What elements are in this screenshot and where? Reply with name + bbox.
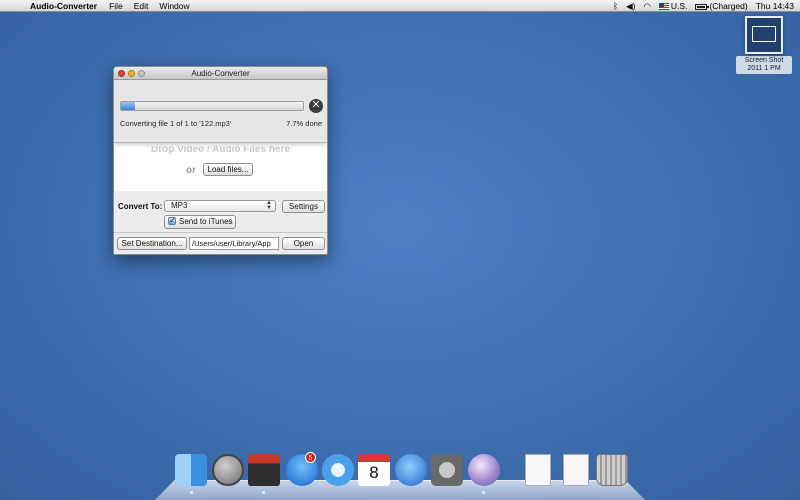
- launchpad-icon[interactable]: [212, 454, 244, 486]
- close-window-button[interactable]: [118, 70, 125, 77]
- format-selected-value: MP3: [171, 201, 188, 210]
- progress-sheet: ✕ Converting file 1 of 1 to '122.mp3' 7.…: [114, 81, 327, 143]
- desktop-icon-label: Screen Shot 2011 1 PM: [736, 56, 792, 74]
- drop-hint: Drop Video / Audio Files here: [151, 144, 290, 155]
- minimize-window-button[interactable]: [128, 70, 135, 77]
- convert-to-label: Convert To:: [118, 202, 163, 211]
- open-destination-button[interactable]: Open: [282, 237, 325, 250]
- menu-bar: Audio-Converter File Edit Window ᛒ ◀) ◠ …: [0, 0, 800, 12]
- send-to-itunes-toggle[interactable]: Send to iTunes: [164, 215, 236, 229]
- screenshot-thumbnail-icon: [745, 16, 783, 54]
- load-files-button[interactable]: Load files...: [203, 163, 253, 176]
- ical-icon[interactable]: 8: [358, 454, 390, 486]
- app-store-badge: 5: [305, 452, 316, 463]
- audio-converter-window: Audio-Converter Drop Video / Audio Files…: [113, 66, 328, 255]
- send-to-itunes-checkbox[interactable]: [168, 215, 176, 227]
- select-arrows-icon: ▲ ▼: [266, 200, 272, 211]
- itunes-icon[interactable]: [395, 454, 427, 486]
- finder-running-indicator: [190, 491, 193, 494]
- wifi-icon[interactable]: ◠: [643, 1, 650, 12]
- desktop-icon-label-line2: 2011 1 PM: [747, 65, 781, 72]
- battery-status: (Charged): [709, 1, 748, 11]
- finder-icon[interactable]: [175, 454, 207, 486]
- destination-path-field[interactable]: /Users/user/Library/App: [189, 237, 279, 250]
- battery-menu[interactable]: (Charged): [695, 1, 748, 11]
- window-title: Audio-Converter: [191, 69, 250, 78]
- format-select[interactable]: MP3 ▲ ▼: [164, 200, 276, 212]
- dvd-player-icon[interactable]: [468, 454, 500, 486]
- trash-icon[interactable]: [596, 454, 628, 486]
- us-flag-icon: [658, 3, 669, 11]
- stop-conversion-button[interactable]: ✕: [309, 99, 323, 113]
- set-destination-button[interactable]: Set Destination...: [117, 237, 187, 250]
- ical-day: 8: [369, 463, 379, 482]
- stop-icon: ✕: [311, 99, 321, 111]
- system-preferences-icon[interactable]: [431, 454, 463, 486]
- volume-icon[interactable]: ◀): [626, 1, 635, 12]
- send-to-itunes-label: Send to iTunes: [179, 217, 233, 226]
- input-source-menu[interactable]: U.S.: [658, 1, 688, 11]
- photo-booth-running-indicator: [262, 491, 265, 494]
- window-controls: [118, 70, 145, 77]
- settings-button[interactable]: Settings: [282, 200, 325, 213]
- battery-icon: [695, 3, 710, 10]
- spreadsheet-document-icon[interactable]: [525, 454, 551, 486]
- safari-icon[interactable]: [322, 454, 354, 486]
- photo-booth-icon[interactable]: [248, 454, 280, 486]
- conversion-progress-bar: [120, 101, 304, 111]
- clock[interactable]: Thu 14:43: [756, 1, 794, 11]
- menu-file[interactable]: File: [109, 1, 123, 11]
- menu-app-name[interactable]: Audio-Converter: [30, 1, 97, 11]
- zoom-window-button[interactable]: [138, 70, 145, 77]
- menu-window[interactable]: Window: [159, 1, 189, 11]
- or-label: or: [186, 165, 196, 176]
- menu-extras: ᛒ ◀) ◠ U.S. (Charged) Thu 14:43: [613, 0, 794, 12]
- input-source-label: U.S.: [670, 1, 688, 11]
- conversion-status: Converting file 1 of 1 to '122.mp3': [120, 119, 232, 128]
- bluetooth-icon[interactable]: ᛒ: [613, 1, 618, 11]
- text-document-icon[interactable]: [563, 454, 589, 486]
- desktop-icon-label-line1: Screen Shot: [744, 57, 784, 64]
- dvd-player-running-indicator: [482, 491, 485, 494]
- window-titlebar[interactable]: Audio-Converter: [114, 67, 327, 80]
- progress-fill: [121, 102, 135, 110]
- menu-edit[interactable]: Edit: [134, 1, 149, 11]
- desktop-screenshot-file[interactable]: Screen Shot 2011 1 PM: [736, 16, 792, 74]
- conversion-percent: 7.7% done: [286, 119, 322, 128]
